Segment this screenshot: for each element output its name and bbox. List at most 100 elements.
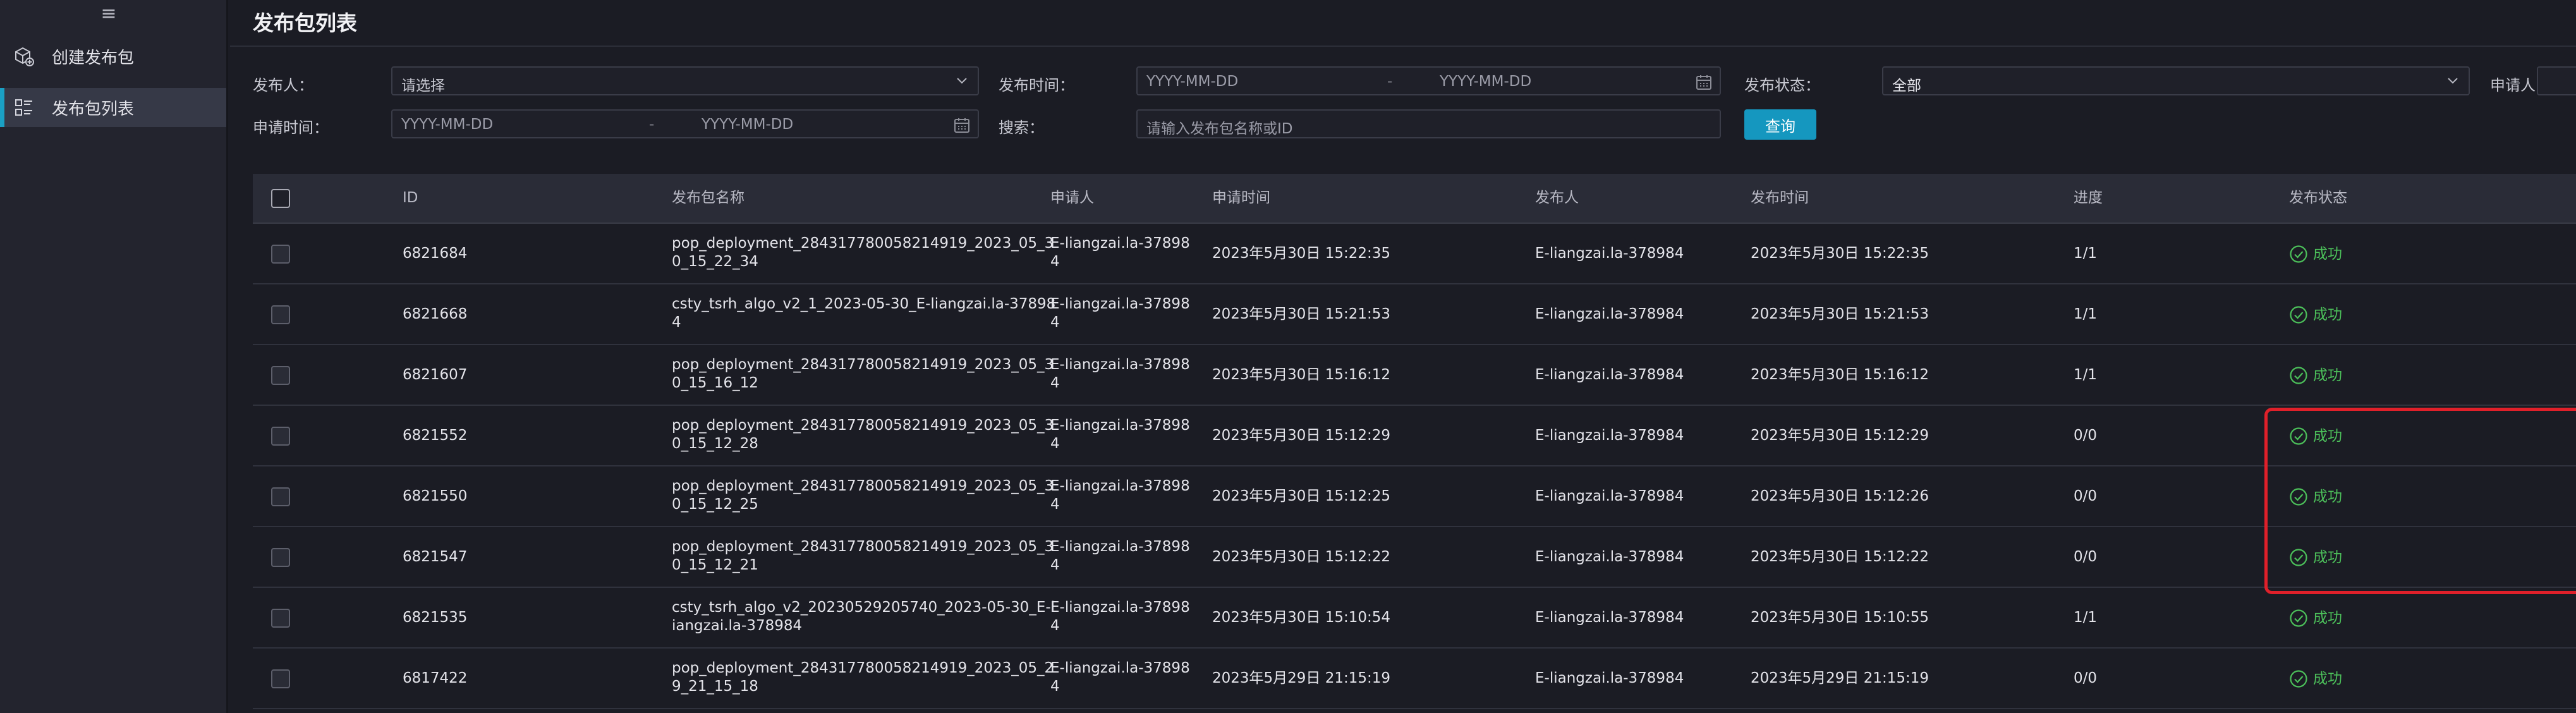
applicant-line2: 4: [1050, 678, 1060, 695]
apply-time-start[interactable]: YYYY-MM-DD: [401, 116, 493, 133]
status-text: 成功: [2313, 670, 2342, 687]
page-title: 发布包列表: [253, 11, 357, 35]
status-text: 成功: [2313, 427, 2342, 444]
publish-status-value: 全部: [1892, 78, 1921, 94]
row-checkbox[interactable]: [271, 548, 290, 567]
publish-time-label: 发布时间：: [999, 76, 1074, 94]
package-name: csty_tsrh_algo_v2_20230529205740_2023-05…: [672, 599, 1055, 635]
publish-time-start[interactable]: YYYY-MM-DD: [1146, 73, 1238, 90]
select-all-checkbox[interactable]: [271, 189, 290, 208]
applicant: E-liangzai.la-37898 4: [1050, 659, 1190, 696]
sidebar-item-package-list[interactable]: 发布包列表: [0, 88, 226, 127]
column-header-applicant: 申请人: [1050, 190, 1094, 206]
applicant-line2: 4: [1050, 314, 1060, 331]
menu-toggle-icon[interactable]: ≡: [99, 4, 118, 23]
package-name: pop_deployment_284317780058214919_2023_0…: [672, 417, 1054, 453]
list-icon: [11, 95, 37, 120]
status-badge: 成功: [2289, 548, 2342, 567]
progress: 1/1: [2074, 245, 2098, 262]
applicant-select[interactable]: [2537, 66, 2576, 95]
publish-status-select[interactable]: 全部: [1882, 66, 2470, 95]
package-name: pop_deployment_284317780058214919_2023_0…: [672, 538, 1054, 575]
chevron-down-icon: [2448, 78, 2458, 84]
status-badge: 成功: [2289, 366, 2342, 385]
column-header-id: ID: [403, 190, 418, 206]
publish-time: 2023年5月30日 15:21:53: [1751, 306, 1929, 322]
apply-time-range[interactable]: YYYY-MM-DD - YYYY-MM-DD: [391, 109, 979, 138]
package-id: 6821684: [403, 245, 468, 262]
calendar-icon: [954, 118, 969, 133]
table-row[interactable]: 6821535 csty_tsrh_algo_v2_20230529205740…: [253, 588, 2576, 649]
row-checkbox[interactable]: [271, 487, 290, 506]
applicant-line2: 4: [1050, 557, 1060, 573]
package-name: pop_deployment_284317780058214919_2023_0…: [672, 659, 1054, 696]
row-checkbox[interactable]: [271, 427, 290, 446]
applicant: E-liangzai.la-37898 4: [1050, 295, 1190, 332]
success-check-icon: [2290, 306, 2307, 324]
table-row[interactable]: 6821684 pop_deployment_28431778005821491…: [253, 224, 2576, 284]
row-checkbox[interactable]: [271, 245, 290, 264]
apply-time: 2023年5月30日 15:22:35: [1212, 245, 1391, 262]
table-row[interactable]: 6817422 pop_deployment_28431778005821491…: [253, 649, 2576, 709]
column-header-name: 发布包名称: [672, 190, 744, 206]
row-checkbox[interactable]: [271, 366, 290, 385]
publisher: E-liangzai.la-378984: [1535, 549, 1684, 565]
package-id: 6821535: [403, 609, 468, 626]
apply-time: 2023年5月30日 15:21:53: [1212, 306, 1391, 322]
success-check-icon: [2290, 427, 2307, 445]
publisher: E-liangzai.la-378984: [1535, 245, 1684, 262]
publish-time: 2023年5月30日 15:22:35: [1751, 245, 1929, 262]
status-text: 成功: [2313, 245, 2342, 262]
sidebar-item-create-package[interactable]: 创建发布包: [0, 37, 226, 76]
table-row[interactable]: 6821547 pop_deployment_28431778005821491…: [253, 527, 2576, 588]
range-separator: -: [649, 116, 655, 133]
apply-time-end[interactable]: YYYY-MM-DD: [702, 116, 793, 133]
package-name-line1: pop_deployment_284317780058214919_2023_0…: [672, 235, 1054, 252]
apply-time: 2023年5月30日 15:12:29: [1212, 427, 1391, 444]
package-name-line2: 0_15_22_34: [672, 253, 758, 270]
package-name: pop_deployment_284317780058214919_2023_0…: [672, 477, 1054, 514]
applicant: E-liangzai.la-37898 4: [1050, 356, 1190, 393]
package-id: 6817422: [403, 670, 468, 686]
row-checkbox[interactable]: [271, 669, 290, 688]
apply-time: 2023年5月30日 15:10:54: [1212, 609, 1391, 626]
create-package-icon: [11, 44, 37, 69]
publisher: E-liangzai.la-378984: [1535, 488, 1684, 504]
package-name-line1: pop_deployment_284317780058214919_2023_0…: [672, 539, 1054, 555]
applicant-line1: E-liangzai.la-37898: [1050, 660, 1190, 676]
apply-time: 2023年5月30日 15:12:22: [1212, 549, 1391, 565]
package-name-line2: 0_15_12_21: [672, 557, 758, 573]
success-check-icon: [2290, 549, 2307, 566]
progress: 0/0: [2074, 427, 2098, 444]
applicant-line1: E-liangzai.la-37898: [1050, 235, 1190, 252]
success-check-icon: [2290, 245, 2307, 263]
table-row[interactable]: 6821668 csty_tsrh_algo_v2_1_2023-05-30_E…: [253, 284, 2576, 345]
publish-time: 2023年5月30日 15:16:12: [1751, 367, 1929, 383]
applicant: E-liangzai.la-37898 4: [1050, 599, 1190, 635]
query-button[interactable]: 查询: [1744, 109, 1816, 140]
package-name-line2: 9_21_15_18: [672, 678, 758, 695]
applicant-line2: 4: [1050, 253, 1060, 270]
applicant-line1: E-liangzai.la-37898: [1050, 599, 1190, 616]
publish-time-end[interactable]: YYYY-MM-DD: [1440, 73, 1531, 90]
applicant-line1: E-liangzai.la-37898: [1050, 356, 1190, 373]
package-name-line1: pop_deployment_284317780058214919_2023_0…: [672, 478, 1054, 494]
publish-time: 2023年5月30日 15:12:29: [1751, 427, 1929, 444]
publisher: E-liangzai.la-378984: [1535, 367, 1684, 383]
table-row[interactable]: 6821550 pop_deployment_28431778005821491…: [253, 466, 2576, 527]
row-checkbox[interactable]: [271, 609, 290, 628]
search-input[interactable]: 请输入发布包名称或ID: [1136, 109, 1721, 138]
publish-time: 2023年5月29日 21:15:19: [1751, 670, 1929, 686]
status-text: 成功: [2313, 488, 2342, 505]
status-text: 成功: [2313, 549, 2342, 566]
row-checkbox[interactable]: [271, 305, 290, 324]
success-check-icon: [2290, 670, 2307, 688]
applicant-line2: 4: [1050, 496, 1060, 513]
applicant: E-liangzai.la-37898 4: [1050, 477, 1190, 514]
publisher-select[interactable]: 请选择: [391, 66, 979, 95]
success-check-icon: [2290, 367, 2307, 384]
publish-time-range[interactable]: YYYY-MM-DD - YYYY-MM-DD: [1136, 66, 1721, 95]
success-check-icon: [2290, 488, 2307, 506]
table-row[interactable]: 6821552 pop_deployment_28431778005821491…: [253, 406, 2576, 466]
table-row[interactable]: 6821607 pop_deployment_28431778005821491…: [253, 345, 2576, 406]
